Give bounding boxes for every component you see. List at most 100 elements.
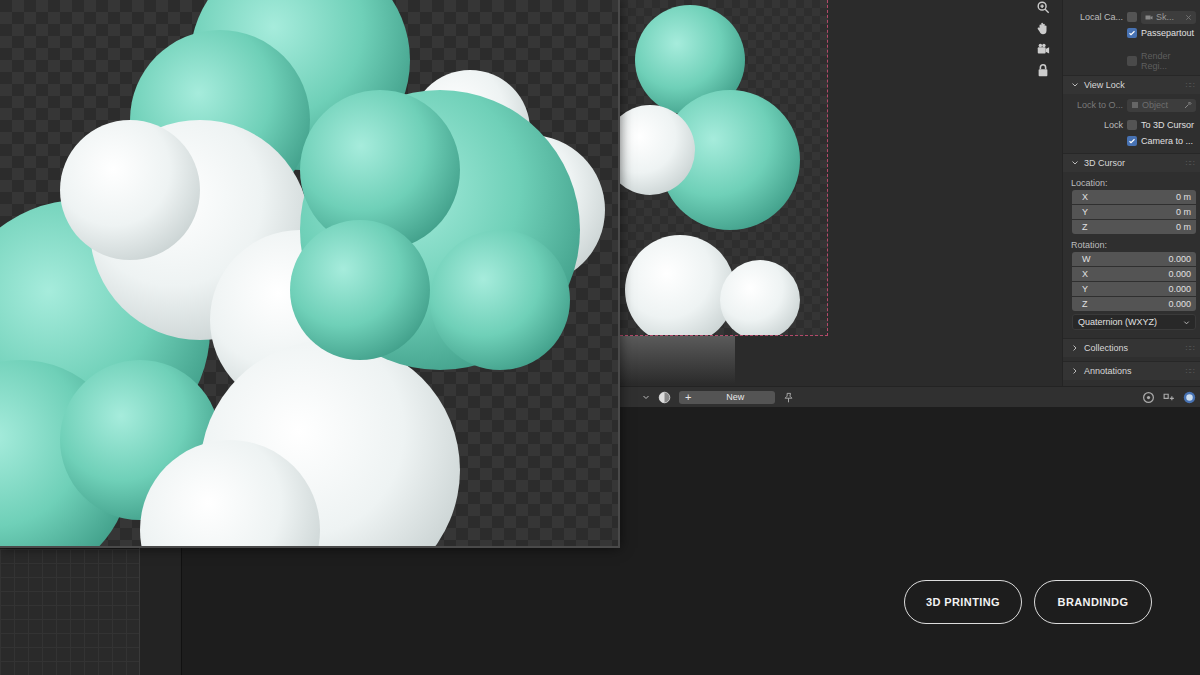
overlay-icon — [1142, 391, 1155, 404]
shading-icon — [1183, 391, 1196, 404]
passepartout-checkbox[interactable] — [1127, 28, 1137, 38]
rotation-text: Rotation: — [1071, 240, 1107, 250]
vector-field: X 0 m Y 0 m Z 0 m — [1069, 190, 1196, 234]
render-region-checkbox[interactable] — [1127, 56, 1137, 66]
gizmo-icon — [1161, 391, 1177, 404]
dropdown-arrow-icon — [642, 393, 650, 401]
axis-label: X — [1082, 192, 1088, 202]
chevron-down-icon — [1071, 159, 1079, 167]
camera-field[interactable]: Sk... — [1141, 11, 1196, 24]
object-placeholder: Object — [1142, 100, 1181, 110]
new-button[interactable]: + New — [679, 391, 775, 404]
zoom-icon[interactable] — [1036, 0, 1050, 14]
number-field[interactable]: X0.000 — [1072, 267, 1196, 281]
local-camera-label: Local Ca... — [1069, 12, 1123, 22]
chevron-right-icon — [1071, 367, 1079, 375]
dropdown-arrow-icon — [1183, 319, 1190, 326]
protein-blob — [430, 230, 570, 370]
panel-title: 3D Cursor — [1084, 158, 1125, 168]
number-field[interactable]: Y 0.000 — [1072, 282, 1196, 296]
render-window[interactable] — [0, 0, 620, 548]
local-camera-checkbox[interactable] — [1127, 12, 1137, 22]
protein-blob — [625, 235, 735, 336]
axis-label: Z — [1082, 222, 1088, 232]
axis-label: W — [1082, 254, 1091, 264]
camera-frame — [620, 0, 828, 336]
protein-blob — [290, 220, 430, 360]
axis-value: 0 m — [1176, 207, 1191, 217]
lock-option-row: Camera to ... — [1069, 133, 1196, 149]
grip-icon: ∷∷ — [1186, 367, 1194, 376]
chevron-right-icon — [1071, 344, 1079, 352]
header-tools — [1142, 391, 1196, 404]
rotation-label: Rotation: — [1069, 237, 1196, 252]
navigation-gizmo — [1032, 0, 1054, 77]
lock-option-label: To 3D Cursor — [1141, 120, 1194, 130]
tag-label: 3D PRINTING — [926, 596, 1000, 608]
axis-value: 0.000 — [1168, 299, 1191, 309]
axis-value: 0.000 — [1168, 269, 1191, 279]
rotation-mode-dropdown[interactable]: Quaternion (WXYZ) — [1072, 314, 1196, 330]
object-icon — [1131, 101, 1139, 109]
local-camera-row: Local Ca... Sk... — [1069, 9, 1196, 25]
panel-title: Annotations — [1084, 366, 1132, 376]
check-icon — [1128, 137, 1136, 145]
location-text: Location: — [1071, 178, 1108, 188]
axis-value: 0.000 — [1168, 254, 1191, 264]
protein-blob — [60, 120, 200, 260]
number-field[interactable]: Y 0 m — [1072, 205, 1196, 219]
grip-icon: ∷∷ — [1186, 159, 1194, 168]
lock-to-object-row: Lock to O... Object — [1069, 97, 1196, 113]
clear-icon — [1185, 14, 1192, 21]
camera-small-icon — [1145, 13, 1153, 21]
pin-icon — [783, 392, 794, 403]
render-region-row: Render Regi... — [1069, 51, 1196, 71]
axis-value: 0 m — [1176, 192, 1191, 202]
number-field[interactable]: X 0 m — [1072, 190, 1196, 204]
properties-sidebar: Local Ca... Sk... Passepartout Render Regi.… — [1062, 0, 1200, 386]
grip-icon: ∷∷ — [1186, 344, 1194, 353]
number-field[interactable]: Z 0 m — [1072, 220, 1196, 234]
hand-icon[interactable] — [1036, 21, 1050, 35]
eyedropper-icon — [1184, 101, 1192, 109]
material-sphere-icon — [658, 391, 671, 404]
3d-cursor-header[interactable]: 3D Cursor ∷∷ — [1063, 153, 1200, 172]
view-lock-header[interactable]: View Lock ∷∷ — [1063, 75, 1200, 94]
new-label: New — [701, 392, 769, 402]
protein-blob — [720, 260, 800, 336]
panel-title: Collections — [1084, 343, 1128, 353]
tag-button[interactable]: BRANDINDG — [1034, 580, 1152, 624]
collapsed-panel-header[interactable]: Annotations ∷∷ — [1063, 361, 1200, 380]
grid-canvas — [0, 549, 139, 675]
axis-value: 0 m — [1176, 222, 1191, 232]
lock-option-checkbox[interactable] — [1127, 120, 1137, 130]
lock-icon[interactable] — [1036, 63, 1050, 77]
lock-option-label: Camera to ... — [1141, 136, 1193, 146]
lock-to-object-label: Lock to O... — [1069, 100, 1123, 110]
grip-icon: ∷∷ — [1186, 81, 1194, 90]
camera-icon[interactable] — [1036, 42, 1050, 56]
camera-name: Sk... — [1156, 12, 1182, 22]
axis-value: 0.000 — [1168, 284, 1191, 294]
lock-option-checkbox[interactable] — [1127, 136, 1137, 146]
plus-icon: + — [685, 391, 691, 403]
floor-reflection — [620, 336, 735, 384]
rotation-mode: Quaternion (WXYZ) — [1078, 317, 1157, 327]
lock-label: Lock — [1069, 120, 1123, 130]
passepartout-row: Passepartout — [1069, 25, 1196, 41]
lock-option-row: Lock To 3D Cursor — [1069, 117, 1196, 133]
axis-label: Z — [1082, 299, 1088, 309]
number-field[interactable]: Z 0.000 — [1072, 297, 1196, 311]
axis-label: Y — [1082, 284, 1088, 294]
axis-label: Y — [1082, 207, 1088, 217]
object-field[interactable]: Object — [1127, 99, 1196, 112]
location-label: Location: — [1069, 175, 1196, 190]
number-field[interactable]: W 0.000 — [1072, 252, 1196, 266]
panel-title: View Lock — [1084, 80, 1125, 90]
tag-button[interactable]: 3D PRINTING — [904, 580, 1022, 624]
vector-field: W0.000X0.000Y0.000Z0.000 — [1069, 252, 1196, 311]
passepartout-label: Passepartout — [1141, 28, 1194, 38]
chevron-down-icon — [1071, 81, 1079, 89]
render-region-label: Render Regi... — [1141, 51, 1196, 71]
collapsed-panel-header[interactable]: Collections ∷∷ — [1063, 338, 1200, 357]
